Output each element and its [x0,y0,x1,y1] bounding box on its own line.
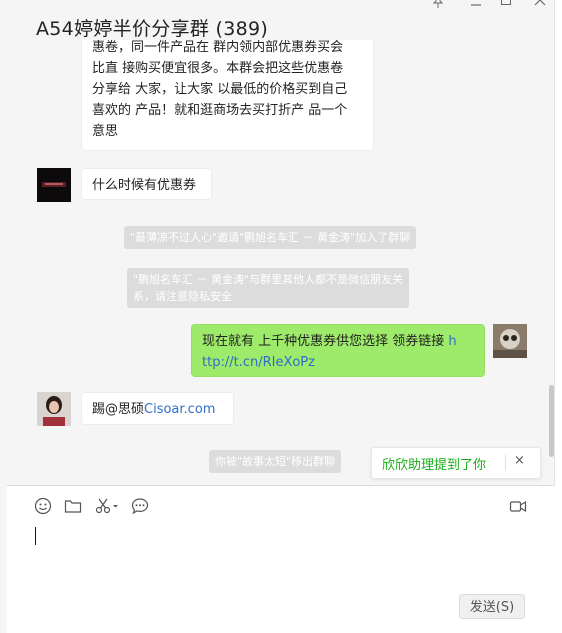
message-text: 什么时候有优惠券 [92,178,197,193]
chat-scrollbar[interactable] [549,385,554,457]
message-line: 惠卷，同一件产品在 群内领内部优惠券买会 [92,40,344,55]
message-bubble[interactable]: 什么时候有优惠券 [81,168,212,200]
maximize-icon[interactable] [500,0,512,10]
system-notice: 你被"故事太短"移出群聊 [209,450,342,473]
emoji-icon[interactable] [34,497,54,517]
input-area[interactable]: 发送(S) [7,486,555,633]
system-notice: "鹏旭名车汇 － 黄金涛"与群里其他人都不是微信朋友关 系，请注意隐私安全 [127,268,410,308]
message-line: 比直 接购买便宜很多。本群会把这些优惠卷 [92,61,344,76]
chat-bubble-icon[interactable] [131,497,151,517]
pin-icon[interactable] [432,0,444,12]
close-icon[interactable] [534,0,546,10]
girl-avatar[interactable] [37,392,71,426]
scissors-icon[interactable] [94,497,122,517]
message-line: 分享给 大家，让大家 以最低的价格买到自己 [92,82,348,97]
system-notice: "最薄凉不过人心"邀请"鹏旭名车汇 － 黄金涛"加入了群聊 [124,226,417,249]
message-line: 意思 [92,124,119,139]
mention-notice[interactable]: 欣欣助理提到了你 × [371,447,541,479]
message-input[interactable] [33,526,533,586]
chat-title: A54婷婷半价分享群 (389) [36,18,269,40]
message-bubble[interactable]: 踢@思硕Cisoar.com [81,392,234,425]
send-button[interactable]: 发送(S) [459,594,525,619]
system-notice-line: "鹏旭名车汇 － 黄金涛"与群里其他人都不是微信朋友关 [133,273,404,286]
dark-avatar[interactable] [37,168,71,202]
chat-messages[interactable]: 惠卷，同一件产品在 群内领内部优惠券买会 比直 接购买便宜很多。本群会把这些优惠… [7,40,555,485]
message-link-part[interactable]: h [448,334,456,349]
video-call-icon[interactable] [509,497,529,517]
message-text: 现在就有 上千种优惠券供您选择 领券链接 [202,334,449,349]
message-line: 喜欢的 产品！就和逛商场去买打折产 品一个 [92,103,348,118]
background-window-edge [554,0,562,633]
mention-close-icon[interactable]: × [514,453,525,468]
message-link[interactable]: ttp://t.cn/RIeXoPz [202,355,315,370]
message-link[interactable]: Cisoar.com [144,402,215,417]
folder-icon[interactable] [64,497,84,517]
self-avatar[interactable] [493,324,527,358]
mention-divider [505,455,506,471]
message-text: 踢@思硕 [92,402,145,417]
message-bubble[interactable]: 惠卷，同一件产品在 群内领内部优惠券买会 比直 接购买便宜很多。本群会把这些优惠… [81,40,374,151]
message-bubble-self[interactable]: 现在就有 上千种优惠券供您选择 领券链接 h ttp://t.cn/RIeXoPz [191,324,485,377]
system-notice-line: 系，请注意隐私安全 [133,290,232,303]
mention-notice-text[interactable]: 欣欣助理提到了你 [382,454,486,473]
minimize-icon[interactable] [470,0,482,13]
